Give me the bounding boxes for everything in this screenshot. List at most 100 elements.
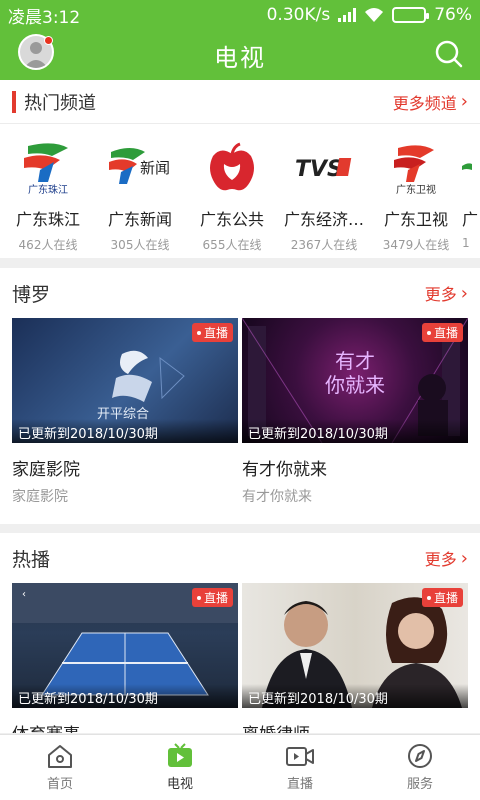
live-camera-icon [286,747,314,766]
tab-service[interactable]: 服务 [360,735,480,800]
program-card[interactable]: 直播 已更新到2018/10/30期 离婚律师 [242,583,468,733]
channel-online-count: 1 [462,236,470,250]
channel-online-count: 3479人在线 [382,238,450,252]
channel-name: 广东珠江 [15,210,80,229]
search-icon[interactable] [434,39,464,69]
section-marker [12,90,16,113]
home-icon [48,745,72,768]
svg-text:TVS: TVS [295,157,343,182]
channel-name: 广东新闻 [107,210,172,229]
live-badge: 直播 [421,323,463,342]
tab-tv[interactable]: 电视 [120,735,240,800]
hot-channels-title: 热门频道 [24,92,96,114]
tab-live[interactable]: 直播 [240,735,360,800]
live-badge: 直播 [191,323,233,342]
partial-channel-logo-icon [462,138,480,198]
program-card[interactable]: 有才 你就来 直播 已更新到2018/10/30期 有才你就来 有才你就来 [242,318,468,506]
program-thumbnail: 有才 你就来 直播 已更新到2018/10/30期 [242,318,468,443]
tab-label: 服务 [406,777,433,792]
program-thumbnail: ‹ 直播 已更新到2018/10/30期 [12,583,238,708]
more-label: 更多 [424,285,457,304]
section-header: 博罗 更多 › [0,268,480,318]
program-thumbnail: 直播 已更新到2018/10/30期 [242,583,468,708]
svg-text:‹: ‹ [22,589,26,600]
status-bar: 凌晨3:12 0.30K/s 76% [0,0,480,30]
bottom-tab-bar: 首页 电视 直播 服务 [0,734,480,800]
program-thumbnail: 开平综合 直播 已更新到2018/10/30期 [12,318,238,443]
channel-list: 广东珠江 广东珠江 462人在线 新闻 广东新闻 305人在线 广东公共 655… [0,124,480,258]
update-info: 已更新到2018/10/30期 [242,419,468,443]
chevron-right-icon: › [460,547,468,569]
svg-text:有才: 有才 [335,349,375,373]
channel-name: 广 [462,210,479,229]
program-title: 离婚律师 [242,720,468,733]
more-channels-label: 更多频道 [392,93,457,113]
channel-name: 广东卫视 [383,210,448,229]
channel-online-count: 462人在线 [18,238,78,252]
guangdong-public-apple-logo-icon [197,138,267,198]
tvs-logo-icon: TVS [289,138,359,198]
more-label: 更多 [424,550,457,569]
more-channels-link[interactable]: 更多频道 › [393,90,468,114]
wifi-icon [365,8,384,22]
network-speed: 0.30K/s [266,5,331,25]
hot-channels-section: 热门频道 更多频道 › 广东珠江 广东珠江 462人在线 新闻 广东新闻 305… [0,80,480,258]
channel-online-count: 2367人在线 [290,238,358,252]
app-bar: 电视 [0,30,480,80]
channel-item[interactable]: 广东卫视 广东卫视 3479人在线 [370,124,462,258]
card-row: 开平综合 直播 已更新到2018/10/30期 家庭影院 家庭影院 有才 你就来 [0,318,480,506]
section-title: 热播 [12,548,51,571]
channel-item[interactable]: 广东珠江 广东珠江 462人在线 [2,124,94,258]
status-time: 凌晨3:12 [8,7,81,28]
notification-dot [44,36,53,45]
channel-name: 广东经济… [283,210,364,229]
guangdong-satellite-logo-icon: 广东卫视 [381,138,451,198]
compass-icon [408,744,432,768]
card-row: ‹ 直播 已更新到2018/10/30期 体育赛事 直播 已更新到2 [0,583,480,733]
hot-play-section: 热播 更多 › ‹ 直播 已更新到2018/10/30期 体育赛事 [0,533,480,733]
battery-icon [392,7,430,23]
channel-item[interactable]: 广东公共 655人在线 [186,124,278,258]
battery-percent: 76% [434,5,472,25]
more-link[interactable]: 更多 › [425,281,468,305]
channel-name: 广东公共 [199,210,264,229]
section-title: 博罗 [12,283,51,306]
boluo-section: 博罗 更多 › 开平综合 直播 已更新到2018/10/30期 家庭影院 家庭影… [0,268,480,524]
update-info: 已更新到2018/10/30期 [242,684,468,708]
program-card[interactable]: 开平综合 直播 已更新到2018/10/30期 家庭影院 家庭影院 [12,318,238,506]
program-card[interactable]: ‹ 直播 已更新到2018/10/30期 体育赛事 [12,583,238,733]
tab-label: 首页 [46,777,73,792]
svg-text:广东珠江: 广东珠江 [28,183,68,196]
update-info: 已更新到2018/10/30期 [12,419,238,443]
live-badge: 直播 [191,588,233,607]
channel-online-count: 305人在线 [110,238,170,252]
update-info: 已更新到2018/10/30期 [12,684,238,708]
svg-text:广东卫视: 广东卫视 [396,183,436,196]
channel-item[interactable]: 广 1 [462,124,480,258]
chevron-right-icon: › [460,282,468,304]
program-title: 家庭影院 [12,460,80,480]
page-title: 电视 [214,43,266,72]
more-link[interactable]: 更多 › [425,546,468,570]
live-badge: 直播 [421,588,463,607]
guangdong-pearl-logo-icon: 广东珠江 [13,138,83,198]
program-title: 体育赛事 [12,720,238,733]
tab-label: 电视 [166,777,193,792]
status-right: 0.30K/s 76% [267,5,472,25]
hot-channels-header: 热门频道 更多频道 › [0,80,480,124]
tab-home[interactable]: 首页 [0,735,120,800]
chevron-right-icon: › [460,91,468,112]
channel-item[interactable]: 新闻 广东新闻 305人在线 [94,124,186,258]
signal-icon [338,8,357,22]
guangdong-news-logo-icon: 新闻 [105,138,175,198]
tv-icon [168,743,192,767]
section-header: 热播 更多 › [0,533,480,583]
channel-item[interactable]: TVS 广东经济… 2367人在线 [278,124,370,258]
svg-text:新闻: 新闻 [140,159,170,177]
tab-label: 直播 [286,777,313,792]
channel-online-count: 655人在线 [202,238,262,252]
program-subtitle: 有才你就来 [242,489,312,505]
svg-text:你就来: 你就来 [325,373,385,397]
program-subtitle: 家庭影院 [12,489,68,505]
program-title: 有才你就来 [242,460,327,480]
